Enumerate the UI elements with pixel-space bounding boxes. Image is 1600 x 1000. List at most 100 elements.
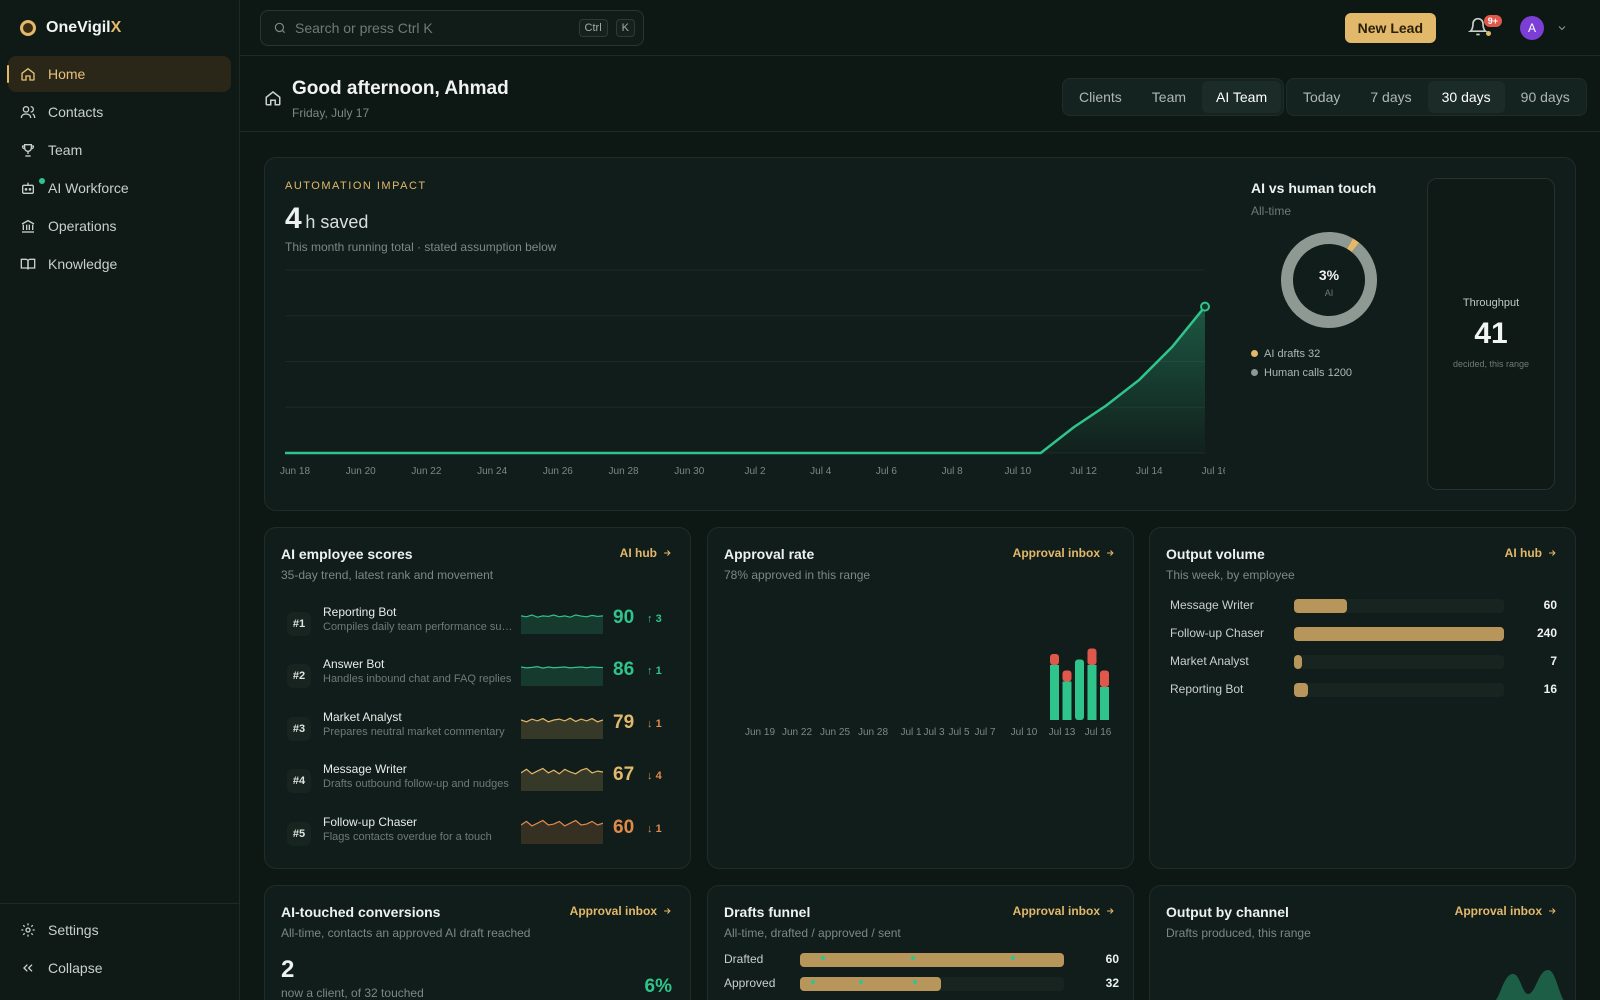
x-tick-label: Jul 16: [1085, 727, 1112, 738]
approval-inbox-link[interactable]: Approval inbox: [1013, 546, 1115, 560]
users-icon: [20, 104, 36, 120]
bar: [1062, 681, 1072, 720]
arrow-right-icon: [664, 550, 671, 556]
ai-hub-link[interactable]: AI hub: [620, 546, 672, 560]
score-row[interactable]: #5 Follow-up Chaser Flags contacts overd…: [281, 812, 678, 864]
automation-eyebrow: AUTOMATION IMPACT: [285, 180, 427, 192]
score-row[interactable]: #1 Reporting Bot Compiles daily team per…: [281, 602, 678, 654]
sidebar-item-team[interactable]: Team: [8, 132, 231, 168]
trophy-icon: [20, 142, 36, 158]
approval-inbox-link[interactable]: Approval inbox: [1455, 904, 1557, 918]
output-track: [1294, 627, 1504, 641]
avatar[interactable]: A: [1520, 16, 1544, 40]
x-tick-label: Jun 28: [858, 727, 888, 738]
score-sparkline: [521, 819, 603, 844]
approval-inbox-link[interactable]: Approval inbox: [1013, 904, 1115, 918]
x-tick-label: Jul 7: [974, 727, 996, 738]
funnel-bar: [800, 953, 1064, 967]
new-lead-button[interactable]: New Lead: [1344, 13, 1436, 43]
sidebar-item-settings[interactable]: Settings: [8, 912, 231, 948]
channel-area: [1495, 970, 1564, 1000]
book-icon: [20, 256, 36, 272]
score-sparkline: [521, 614, 603, 634]
sidebar-item-label: Knowledge: [48, 256, 118, 272]
range-30-days[interactable]: 30 days: [1427, 81, 1505, 113]
tab-team[interactable]: Team: [1138, 81, 1200, 113]
range-7-days[interactable]: 7 days: [1356, 81, 1425, 113]
page-date: Friday, July 17: [292, 106, 370, 120]
range-90-days[interactable]: 90 days: [1507, 81, 1584, 113]
series-line: [285, 305, 1206, 455]
donut-percent: 3%: [1319, 267, 1340, 283]
live-status-dot: [39, 178, 45, 184]
ai-employee-scores-card: AI employee scores 35-day trend, latest …: [264, 527, 691, 869]
output-row: Follow-up Chaser 240: [1170, 625, 1557, 643]
output-track: [1294, 655, 1504, 669]
approval-rate-card: Approval rate 78% approved in this range…: [707, 527, 1134, 869]
link-label: Approval inbox: [1012, 546, 1100, 560]
score-row[interactable]: #3 Market Analyst Prepares neutral marke…: [281, 707, 678, 759]
bar: [1100, 670, 1109, 687]
sidebar-item-operations[interactable]: Operations: [8, 208, 231, 244]
conversions-value: 2: [281, 956, 295, 983]
hours-saved: 4 h saved: [285, 202, 368, 236]
ai-hub-link[interactable]: AI hub: [1505, 546, 1557, 560]
range-switcher: Today 7 days 30 days 90 days: [1286, 78, 1587, 116]
x-tick-label: Jul 5: [948, 727, 970, 738]
hours-saved-value: 4: [285, 202, 302, 235]
sidebar-footer: Settings Collapse: [0, 903, 239, 1000]
brand[interactable]: OneVigilX: [0, 0, 239, 56]
legend-swatch: [1251, 369, 1258, 376]
sidebar-item-knowledge[interactable]: Knowledge: [8, 246, 231, 282]
x-tick-label: Jun 26: [543, 466, 573, 477]
sparkline-area: [521, 666, 603, 686]
approval-rate-chart: Jun 19 Jun 22 Jun 25 Jun 28 Jul 1 Jul 3 Jul 5 J…: [745, 648, 1112, 738]
employee-name: Follow-up Chaser: [323, 815, 418, 829]
x-tick-label: Jul 14: [1136, 466, 1163, 477]
gear-icon: [20, 922, 36, 938]
arrow-right-icon: [1107, 908, 1114, 914]
score-value: 86: [613, 659, 635, 680]
link-label: AI hub: [1504, 546, 1542, 560]
sidebar-item-contacts[interactable]: Contacts: [8, 94, 231, 130]
bar: [1050, 654, 1059, 665]
x-tick-label: Jun 24: [477, 466, 507, 477]
tab-ai-team[interactable]: AI Team: [1202, 81, 1282, 113]
score-row[interactable]: #4 Message Writer Drafts outbound follow…: [281, 759, 678, 811]
ai-touched-conversions-card: AI-touched conversions All-time, contact…: [264, 885, 691, 1000]
score-row[interactable]: #2 Answer Bot Handles inbound chat and F…: [281, 654, 678, 706]
kbd-k: K: [615, 19, 635, 37]
funnel-value: 60: [1105, 952, 1119, 966]
sidebar-item-home[interactable]: Home: [7, 56, 231, 92]
rank-badge: #3: [287, 717, 311, 741]
x-tick-label: Jul 8: [942, 466, 964, 477]
score-value: 90: [613, 607, 635, 628]
search-box[interactable]: Ctrl K: [260, 10, 644, 46]
rank-badge: #5: [287, 822, 311, 846]
x-tick-label: Jul 6: [876, 466, 898, 477]
funnel-track: [800, 977, 1064, 991]
output-bar: [1294, 655, 1303, 669]
chevron-down-icon[interactable]: [1556, 22, 1568, 34]
x-tick-label: Jun 22: [782, 727, 812, 738]
funnel-marker: [912, 980, 917, 984]
funnel-bar: [800, 977, 941, 991]
tab-clients[interactable]: Clients: [1065, 81, 1136, 113]
link-label: Approval inbox: [569, 904, 657, 918]
brand-name-accent: X: [110, 19, 122, 36]
search-input[interactable]: [295, 20, 571, 36]
employee-desc: Flags contacts overdue for a touch: [323, 831, 492, 843]
output-volume-card: Output volume This week, by employee AI …: [1149, 527, 1576, 869]
automation-subtitle: This month running total · stated assump…: [285, 240, 557, 254]
range-today[interactable]: Today: [1289, 81, 1354, 113]
sidebar-collapse-button[interactable]: Collapse: [8, 950, 231, 986]
throughput-value: 41: [1474, 317, 1508, 350]
link-label: Approval inbox: [1454, 904, 1542, 918]
bot-icon: [20, 180, 36, 196]
link-label: Approval inbox: [1012, 904, 1100, 918]
donut-slice: [1346, 238, 1360, 253]
sidebar-item-ai-workforce[interactable]: AI Workforce: [8, 170, 231, 206]
output-row: Message Writer 60: [1170, 597, 1557, 615]
approval-inbox-link[interactable]: Approval inbox: [570, 904, 672, 918]
x-tick-label: Jun 19: [745, 727, 775, 738]
